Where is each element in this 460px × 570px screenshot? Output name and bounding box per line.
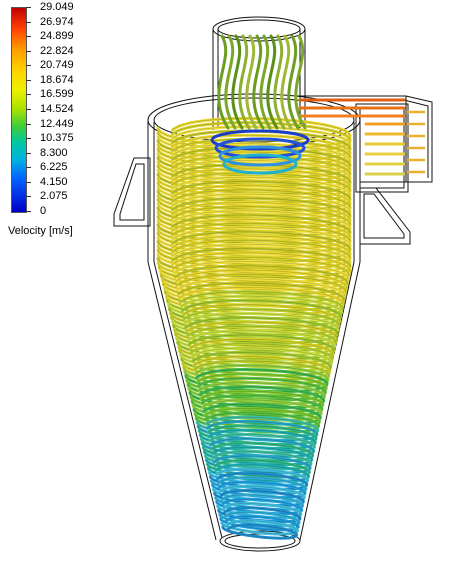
legend-tick-label: 6.225 [40, 161, 68, 174]
legend-tick-label: 18.674 [40, 73, 74, 86]
velocity-colorbar [11, 7, 27, 213]
legend-tick-mark [26, 138, 31, 140]
legend-tick-label: 16.599 [40, 88, 74, 101]
legend-tick-mark [26, 79, 31, 81]
legend-tick-mark [26, 21, 31, 23]
legend-tick-label: 22.824 [40, 44, 74, 57]
velocity-legend: 29.049 26.974 24.899 22.824 20.749 18.674 16.5… [8, 1, 118, 240]
swirl-streamlines [156, 116, 352, 540]
legend-tick-label: 14.524 [40, 103, 74, 115]
legend-tick-label: 8.300 [40, 146, 68, 159]
legend-tick-label: 10.375 [40, 132, 74, 145]
legend-tick-label: 20.749 [40, 59, 74, 72]
legend-tick-label: 26.974 [40, 15, 74, 28]
legend-title: Velocity [m/s] [8, 225, 73, 237]
legend-tick-label: 0 [40, 205, 47, 217]
legend-tick-mark [26, 196, 31, 198]
legend-tick-label: 4.150 [40, 175, 68, 188]
legend-tick-mark [26, 7, 31, 8]
legend-tick-mark [26, 50, 31, 52]
legend-tick-mark [26, 109, 31, 110]
vortex-core-streamlines [217, 34, 307, 130]
legend-tick-label: 29.049 [40, 1, 74, 13]
legend-tick-mark [26, 167, 31, 169]
legend-tick-label: 24.899 [40, 30, 74, 43]
legend-tick-mark [26, 152, 31, 154]
legend-tick-label: 12.449 [40, 117, 74, 130]
legend-tick-mark [26, 65, 31, 67]
legend-tick-mark [26, 123, 31, 125]
legend-tick-mark [26, 211, 31, 212]
legend-tick-mark [26, 36, 31, 38]
mounting-bracket-right [359, 187, 411, 245]
legend-tick-mark [26, 94, 31, 96]
legend-tick-mark [26, 181, 31, 183]
mounting-bracket-left [113, 157, 151, 227]
legend-tick-label: 2.075 [40, 190, 68, 203]
